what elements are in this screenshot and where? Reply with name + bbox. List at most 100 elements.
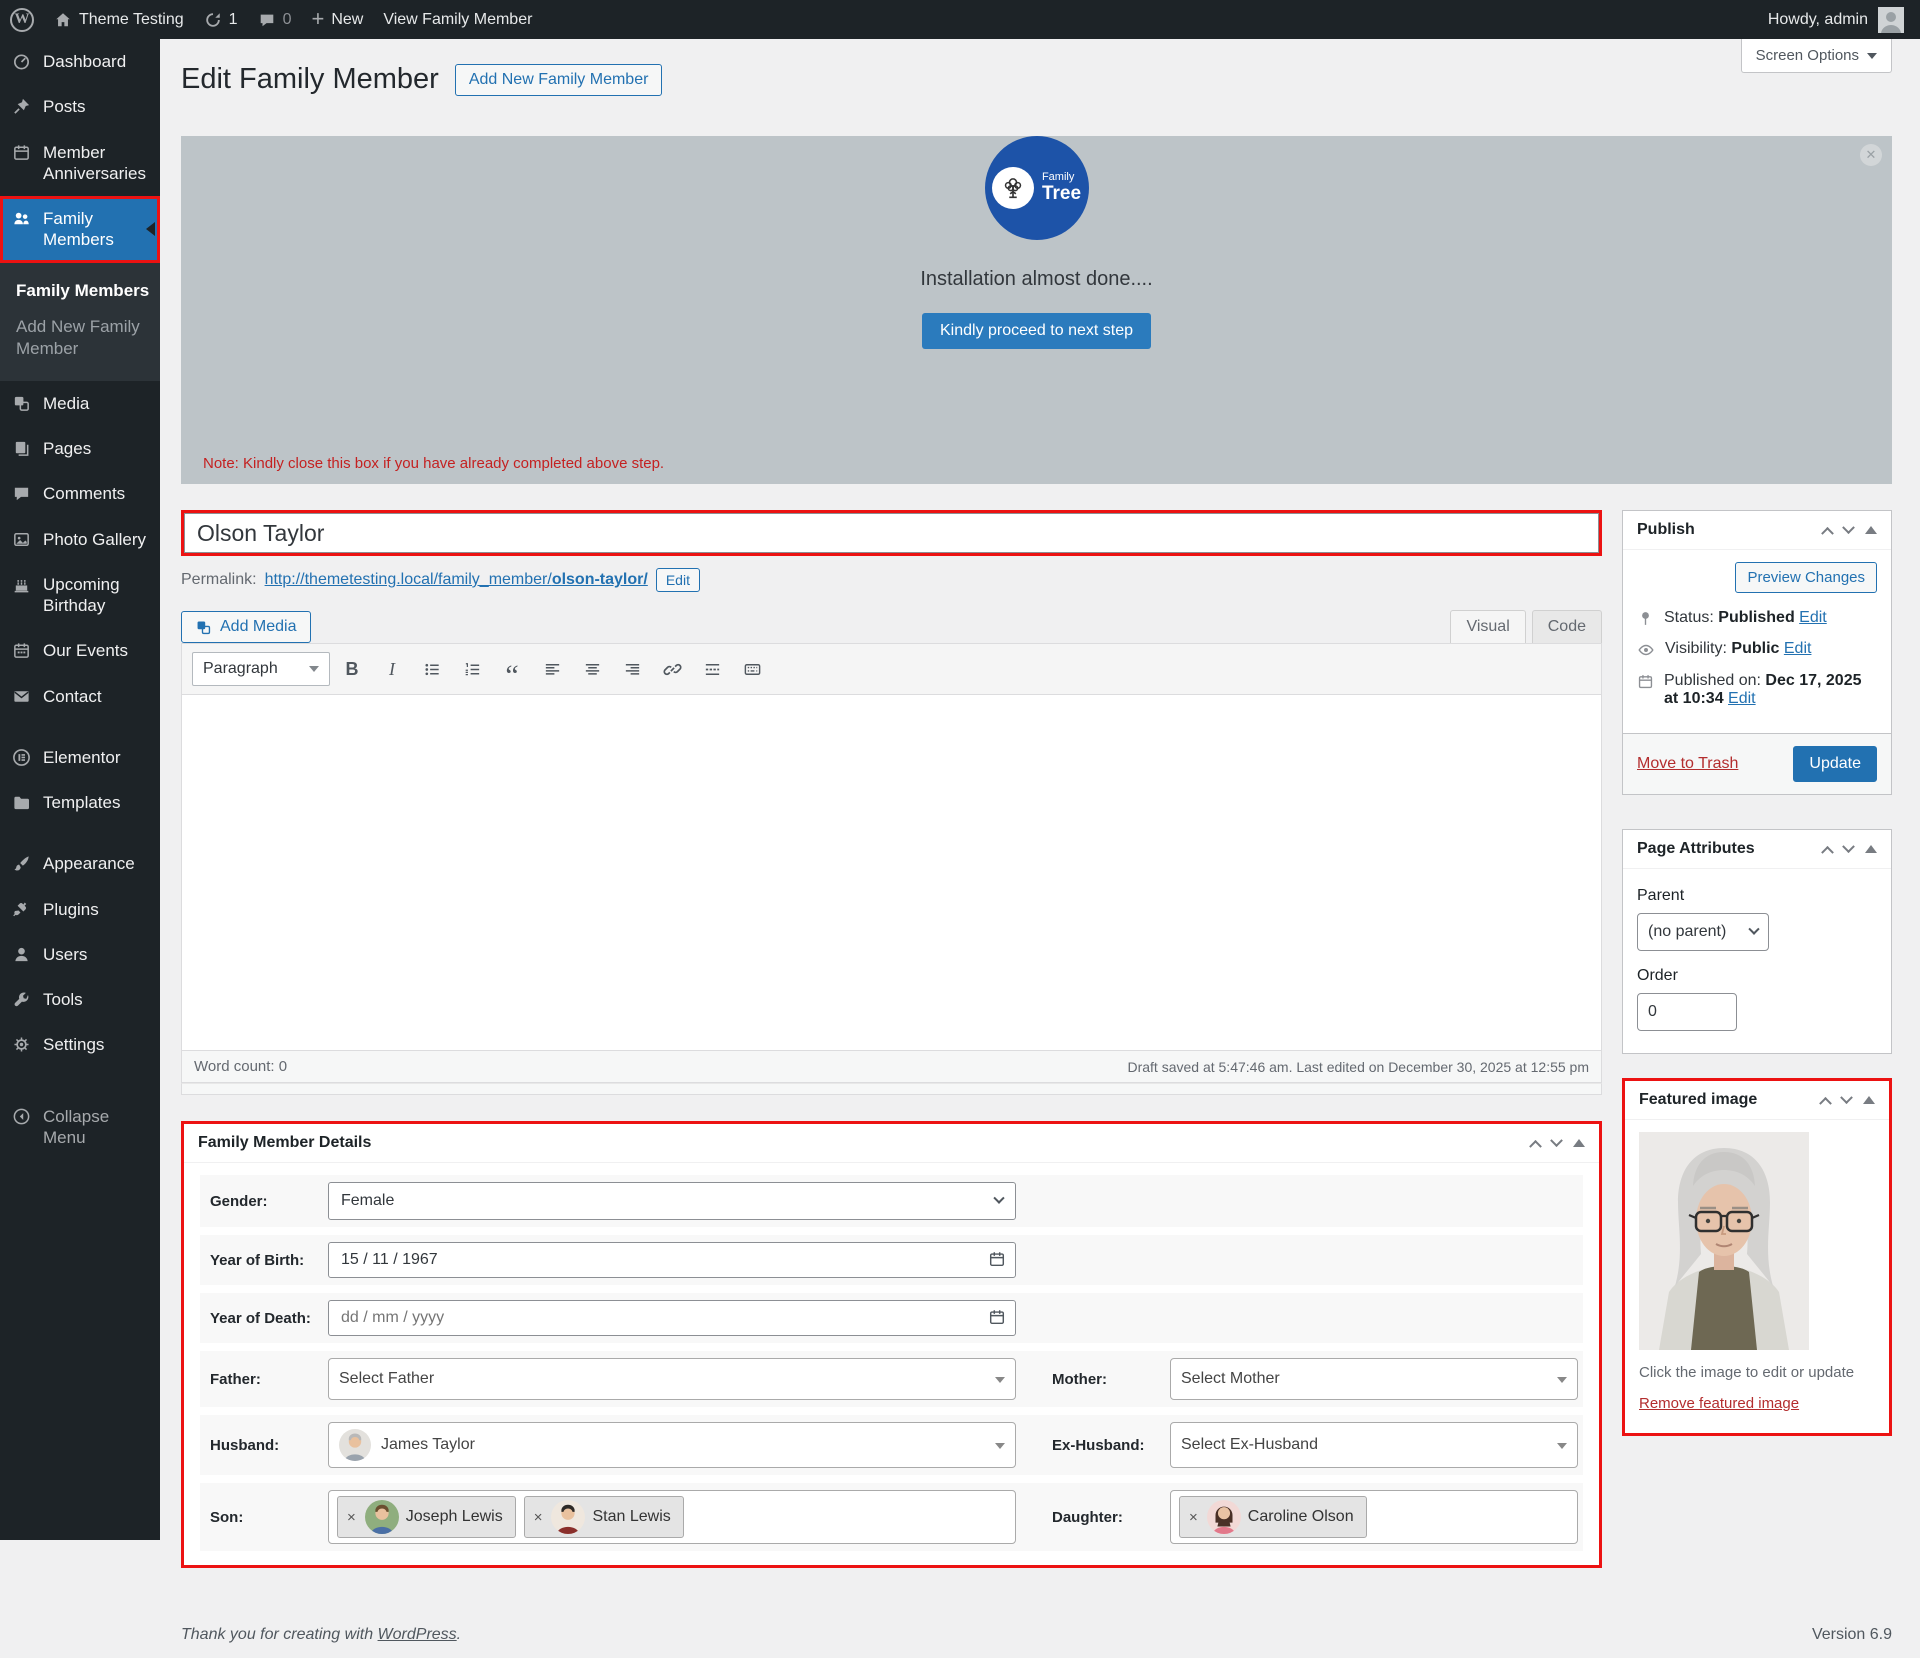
edit-visibility-link[interactable]: Edit (1784, 640, 1812, 657)
toggle-panel-icon[interactable] (1863, 1096, 1875, 1104)
remove-icon[interactable]: × (1187, 1509, 1200, 1526)
add-new-family-member-button[interactable]: Add New Family Member (455, 64, 663, 96)
post-title-input[interactable] (184, 513, 1599, 553)
tab-visual[interactable]: Visual (1450, 610, 1525, 643)
align-center-button[interactable] (574, 653, 610, 685)
admin-sidebar: Dashboard Posts Member Anniversaries Fam… (0, 39, 160, 1540)
sidebar-item-settings[interactable]: Settings (0, 1022, 160, 1067)
husband-select[interactable]: James Taylor (328, 1422, 1016, 1468)
sidebar-item-media[interactable]: Media (0, 381, 160, 426)
mother-select[interactable]: Select Mother (1170, 1358, 1578, 1400)
wordpress-link[interactable]: WordPress (378, 1626, 457, 1643)
gender-select[interactable]: Female (328, 1182, 1016, 1220)
gear-icon (12, 1035, 31, 1054)
admin-bar-new[interactable]: + New (311, 10, 363, 30)
sidebar-item-templates[interactable]: Templates (0, 780, 160, 825)
admin-bar-comments[interactable]: 0 (258, 11, 292, 29)
move-up-icon[interactable] (1529, 1139, 1542, 1152)
remove-featured-image-link[interactable]: Remove featured image (1639, 1395, 1799, 1412)
move-down-icon[interactable] (1842, 840, 1855, 853)
submenu-item-family-members[interactable]: Family Members (0, 273, 160, 309)
paragraph-format-select[interactable]: Paragraph (192, 652, 330, 686)
father-select[interactable]: Select Father (328, 1358, 1016, 1400)
avatar (1878, 7, 1904, 33)
preview-changes-button[interactable]: Preview Changes (1735, 562, 1877, 593)
read-more-button[interactable] (694, 653, 730, 685)
sidebar-item-member-anniversaries[interactable]: Member Anniversaries (0, 130, 160, 197)
numbered-list-button[interactable] (454, 653, 490, 685)
calendar-icon[interactable] (988, 1250, 1006, 1268)
wordpress-logo-icon[interactable]: W (10, 8, 34, 32)
permalink-slug-link[interactable]: olson-taylor/ (552, 571, 648, 588)
sidebar-item-posts[interactable]: Posts (0, 84, 160, 129)
sidebar-item-users[interactable]: Users (0, 932, 160, 977)
sidebar-item-elementor[interactable]: Elementor (0, 735, 160, 780)
move-down-icon[interactable] (1550, 1134, 1563, 1147)
bold-button[interactable]: B (334, 653, 370, 685)
sidebar-item-family-members[interactable]: Family Members (0, 196, 160, 263)
insert-link-button[interactable] (654, 653, 690, 685)
word-count-value: 0 (279, 1058, 287, 1075)
close-icon[interactable]: ✕ (1860, 144, 1882, 166)
add-media-button[interactable]: Add Media (181, 611, 311, 643)
featured-image-metabox: Featured image (1622, 1078, 1892, 1436)
align-right-button[interactable] (614, 653, 650, 685)
move-to-trash-link[interactable]: Move to Trash (1637, 755, 1738, 773)
calendar-icon[interactable] (988, 1308, 1006, 1326)
sidebar-item-comments[interactable]: Comments (0, 471, 160, 516)
toolbar-toggle-button[interactable] (734, 653, 770, 685)
ex-husband-select[interactable]: Select Ex-Husband (1170, 1422, 1578, 1468)
remove-icon[interactable]: × (532, 1509, 545, 1526)
permalink-url-link[interactable]: http://themetesting.local/family_member/ (265, 571, 552, 588)
sidebar-item-upcoming-birthday[interactable]: Upcoming Birthday (0, 562, 160, 629)
editor-resize-handle[interactable] (181, 1083, 1602, 1095)
sidebar-item-pages[interactable]: Pages (0, 426, 160, 471)
sidebar-collapse-menu[interactable]: Collapse Menu (0, 1094, 160, 1161)
move-down-icon[interactable] (1842, 521, 1855, 534)
sidebar-item-tools[interactable]: Tools (0, 977, 160, 1022)
featured-image-thumbnail[interactable] (1639, 1132, 1809, 1350)
gender-label: Gender: (210, 1193, 328, 1210)
screen-options-tab[interactable]: Screen Options (1741, 39, 1892, 73)
sidebar-item-our-events[interactable]: Our Events (0, 628, 160, 673)
edit-status-link[interactable]: Edit (1799, 609, 1827, 626)
parent-select[interactable]: (no parent) (1637, 913, 1769, 951)
comment-icon (12, 484, 31, 503)
admin-bar-view-family-member[interactable]: View Family Member (383, 11, 532, 29)
move-up-icon[interactable] (1819, 1096, 1832, 1109)
bullet-list-button[interactable] (414, 653, 450, 685)
update-button[interactable]: Update (1793, 746, 1877, 782)
year-of-birth-input[interactable] (328, 1242, 1016, 1278)
sidebar-item-plugins[interactable]: Plugins (0, 887, 160, 932)
daughter-multiselect[interactable]: × Caroline Olson (1170, 1490, 1578, 1544)
admin-bar-account[interactable]: Howdy, admin (1768, 7, 1904, 33)
son-multiselect[interactable]: × Joseph Lewis × (328, 1490, 1016, 1544)
sidebar-item-contact[interactable]: Contact (0, 674, 160, 719)
sidebar-item-appearance[interactable]: Appearance (0, 841, 160, 886)
tab-code[interactable]: Code (1532, 610, 1602, 643)
edit-published-date-link[interactable]: Edit (1728, 690, 1756, 707)
year-of-death-input[interactable] (328, 1300, 1016, 1336)
toggle-panel-icon[interactable] (1865, 845, 1877, 853)
order-input[interactable] (1637, 993, 1737, 1031)
move-down-icon[interactable] (1840, 1091, 1853, 1104)
italic-button[interactable]: I (374, 653, 410, 685)
toggle-panel-icon[interactable] (1573, 1139, 1585, 1147)
remove-icon[interactable]: × (345, 1509, 358, 1526)
admin-bar-updates[interactable]: 1 (204, 11, 238, 29)
admin-bar-site-name[interactable]: Theme Testing (54, 11, 184, 29)
user-icon (12, 945, 31, 964)
align-left-button[interactable] (534, 653, 570, 685)
blockquote-button[interactable]: “ (494, 653, 530, 685)
move-up-icon[interactable] (1821, 526, 1834, 539)
proceed-next-step-button[interactable]: Kindly proceed to next step (922, 313, 1151, 349)
brush-icon (12, 854, 31, 873)
edit-permalink-button[interactable]: Edit (656, 568, 700, 592)
editor-content-area[interactable] (181, 695, 1602, 1051)
sidebar-item-photo-gallery[interactable]: Photo Gallery (0, 517, 160, 562)
sidebar-item-dashboard[interactable]: Dashboard (0, 39, 160, 84)
toggle-panel-icon[interactable] (1865, 526, 1877, 534)
media-icon (195, 619, 212, 636)
move-up-icon[interactable] (1821, 845, 1834, 858)
submenu-item-add-new-family-member[interactable]: Add New Family Member (0, 309, 160, 367)
